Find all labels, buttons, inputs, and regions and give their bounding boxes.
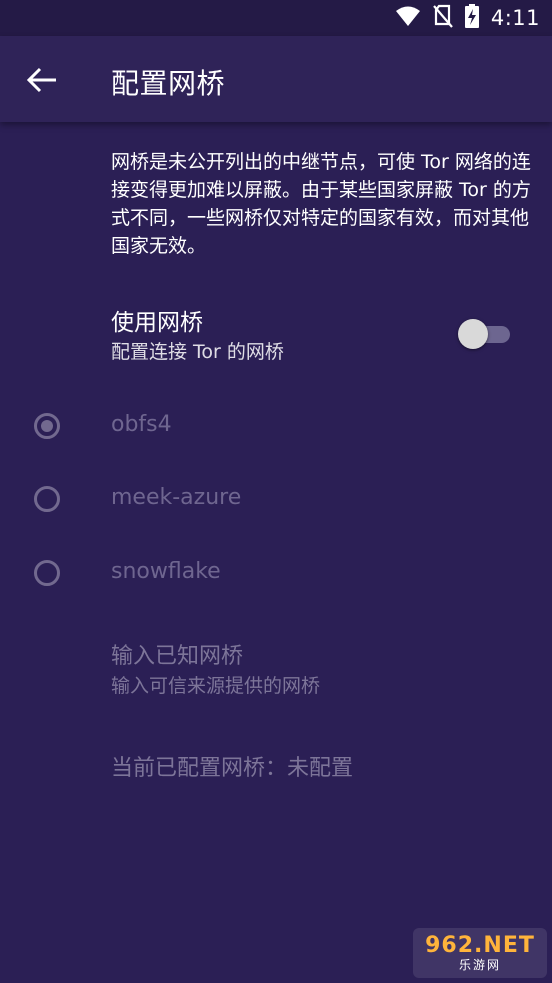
page-title: 配置网桥 [111,67,226,100]
bridges-description: 网桥是未公开列出的中继节点，可使 Tor 网络的连接变得更加难以屏蔽。由于某些国… [111,151,531,257]
use-bridges-subtitle: 配置连接 Tor 的网桥 [111,341,284,363]
back-button[interactable] [20,60,64,104]
wifi-icon [395,5,421,31]
transport-option-meek-azure[interactable]: meek-azure [0,471,552,531]
status-time: 4:11 [490,6,540,30]
status-icons: 4:11 [395,0,540,36]
transport-option-snowflake[interactable]: snowflake [0,545,552,605]
known-bridges-title: 输入已知网桥 [111,644,244,669]
watermark-sub: 乐游网 [458,958,501,972]
radio-button-checked[interactable] [34,413,60,439]
radio-button[interactable] [34,560,60,586]
transport-label: meek-azure [111,485,242,510]
transport-label: obfs4 [111,412,172,437]
switch-thumb [458,319,488,349]
current-bridges-status: 当前已配置网桥：未配置 [111,756,354,781]
use-bridges-switch[interactable] [458,318,512,349]
known-bridges-subtitle: 输入可信来源提供的网桥 [111,675,321,697]
transport-option-obfs4[interactable]: obfs4 [0,398,552,458]
battery-charging-icon [464,4,479,32]
transport-label: snowflake [111,559,221,584]
radio-button[interactable] [34,486,60,512]
watermark-main: 962.NET [425,933,535,958]
arrow-back-icon [26,67,57,97]
watermark-logo: 962.NET 乐游网 [413,928,547,978]
no-sim-icon [432,4,453,32]
app-bar: 配置网桥 [0,36,552,122]
status-bar: 4:11 [0,0,552,36]
use-bridges-title: 使用网桥 [111,310,203,336]
